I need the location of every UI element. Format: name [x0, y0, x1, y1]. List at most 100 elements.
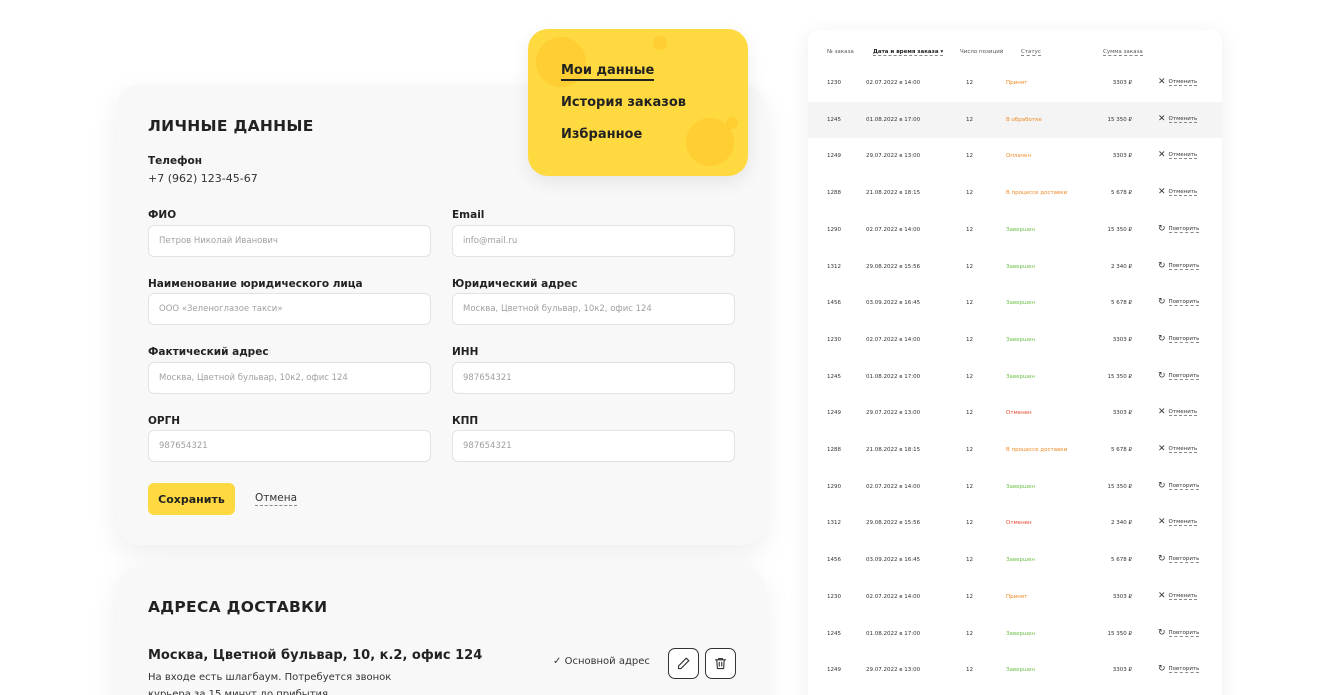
repeat-icon: ↻	[1158, 297, 1166, 308]
actual-address-input[interactable]	[148, 362, 431, 394]
order-date: 29.08.2022 в 15:56	[866, 520, 921, 527]
legal-name-label: Наименование юридического лица	[148, 278, 363, 290]
order-number: 1312	[827, 263, 841, 270]
order-sum: 5 678 ₽	[1111, 557, 1132, 564]
order-positions: 12	[966, 520, 973, 527]
order-status: Завершен	[1006, 630, 1036, 637]
phone-label: Телефон	[148, 155, 202, 167]
order-status: Завершен	[1006, 483, 1036, 490]
order-status: Оплачен	[1006, 153, 1032, 160]
order-sum: 3303 ₽	[1112, 593, 1132, 600]
order-number: 1249	[827, 410, 841, 417]
main-address-label: Основной адрес	[564, 656, 650, 667]
order-sum: 5 678 ₽	[1111, 447, 1132, 453]
repeat-icon: ↻	[1158, 554, 1166, 565]
ogrn-label: ОРГН	[148, 415, 181, 427]
cancel-order-button[interactable]: ✕ Отменить	[1158, 188, 1198, 197]
order-sum: 15 350 ₽	[1107, 116, 1133, 123]
cancel-order-button[interactable]: ✕ Отменить	[1158, 445, 1198, 454]
delivery-addresses-card: АДРЕСА ДОСТАВКИ Москва, Цветной бульвар,…	[117, 567, 765, 695]
order-status: Завершен	[1006, 667, 1036, 674]
order-number: 1249	[827, 667, 841, 674]
email-input[interactable]	[452, 225, 735, 257]
order-number: 1288	[827, 447, 841, 453]
order-date: 03.09.2022 в 16:45	[866, 300, 921, 307]
order-number: 1245	[827, 373, 841, 380]
cancel-order-button[interactable]: ✕ Отменить	[1158, 77, 1198, 87]
table-row: 1290 02.07.2022 в 14:00 12 Завершен 15 350 ₽…	[808, 469, 1222, 506]
order-positions: 12	[966, 116, 973, 123]
close-icon: ✕	[1158, 77, 1166, 87]
table-row: 1230 02.07.2022 в 14:00 12 Завершен 3303 ₽ ↻ П…	[808, 322, 1222, 359]
header-order-number: № заказа	[827, 49, 854, 55]
order-date: 02.07.2022 в 14:00	[866, 336, 921, 343]
order-number: 1230	[827, 80, 841, 86]
order-positions: 12	[966, 630, 973, 637]
kpp-input[interactable]	[452, 430, 735, 462]
order-positions: 12	[966, 336, 973, 343]
repeat-order-button[interactable]: ↻ Повторить	[1158, 224, 1200, 234]
address-note: На входе есть шлагбаум. Потребуется звон…	[148, 672, 392, 695]
fio-input[interactable]	[148, 225, 431, 257]
repeat-icon: ↻	[1158, 480, 1166, 491]
order-sum: 3303 ₽	[1112, 667, 1132, 674]
order-sum: 5 678 ₽	[1111, 300, 1132, 307]
header-status[interactable]: Статус	[1021, 49, 1041, 56]
legal-address-input[interactable]	[452, 293, 735, 325]
order-sum: 2 340 ₽	[1111, 263, 1132, 270]
order-positions: 12	[966, 410, 973, 417]
decor-bubble	[653, 36, 667, 50]
check-icon: ✓	[553, 656, 562, 667]
delete-address-button[interactable]	[705, 648, 736, 679]
header-order-date[interactable]: Дата и время заказа ▾	[873, 49, 944, 56]
cancel-order-button[interactable]: ✕ Отменить	[1158, 518, 1198, 527]
repeat-order-button[interactable]: ↻ Повторить	[1158, 628, 1200, 638]
repeat-order-button[interactable]: ↻ Повторить	[1158, 554, 1200, 565]
repeat-order-button[interactable]: ↻ Повторить	[1158, 261, 1200, 271]
cancel-order-button[interactable]: ✕ Отменить	[1158, 408, 1198, 417]
pencil-icon	[677, 657, 690, 670]
legal-name-input[interactable]	[148, 293, 431, 325]
action-label: Отменить	[1168, 592, 1198, 600]
menu-item-favorites[interactable]: Избранное	[561, 127, 642, 142]
inn-input[interactable]	[452, 362, 735, 394]
repeat-order-button[interactable]: ↻ Повторить	[1158, 480, 1200, 491]
order-number: 1456	[827, 557, 841, 564]
order-sum: 2 340 ₽	[1111, 520, 1132, 527]
main-address-toggle[interactable]: ✓ Основной адрес	[553, 656, 650, 667]
order-status: Завершен	[1006, 226, 1036, 233]
repeat-order-button[interactable]: ↻ Повторить	[1158, 371, 1200, 381]
repeat-order-button[interactable]: ↻ Повторить	[1158, 664, 1200, 675]
repeat-order-button[interactable]: ↻ Повторить	[1158, 297, 1200, 308]
order-positions: 12	[966, 226, 973, 233]
action-label: Повторить	[1168, 299, 1200, 307]
menu-item-order-history[interactable]: История заказов	[561, 95, 686, 110]
table-row: 1249 29.07.2022 в 13:00 12 Оплачен 3303 ₽ ✕ От…	[808, 138, 1222, 175]
cancel-order-button[interactable]: ✕ Отменить	[1158, 591, 1198, 601]
order-positions: 12	[966, 483, 973, 490]
order-number: 1230	[827, 336, 841, 343]
cancel-link[interactable]: Отмена	[255, 491, 298, 506]
delivery-addresses-title: АДРЕСА ДОСТАВКИ	[148, 598, 328, 616]
save-button[interactable]: Сохранить	[148, 483, 235, 515]
cancel-order-button[interactable]: ✕ Отменить	[1158, 151, 1198, 160]
order-date: 02.07.2022 в 14:00	[866, 226, 921, 233]
repeat-icon: ↻	[1158, 664, 1166, 675]
action-label: Отменить	[1168, 519, 1198, 527]
cancel-order-button[interactable]: ✕ Отменить	[1158, 114, 1198, 124]
header-sum[interactable]: Сумма заказа	[1103, 49, 1143, 56]
order-status: В процессе доставки	[1006, 190, 1068, 197]
edit-address-button[interactable]	[668, 648, 699, 679]
action-label: Отменить	[1168, 115, 1198, 123]
order-sum: 15 350 ₽	[1107, 630, 1133, 637]
order-sum: 15 350 ₽	[1107, 226, 1133, 233]
ogrn-input[interactable]	[148, 430, 431, 462]
order-number: 1290	[827, 483, 841, 490]
order-number: 1245	[827, 630, 841, 637]
repeat-order-button[interactable]: ↻ Повторить	[1158, 334, 1200, 344]
action-label: Повторить	[1168, 262, 1200, 270]
order-status: В процессе доставки	[1006, 447, 1068, 453]
menu-item-my-data[interactable]: Мои данные	[561, 63, 655, 81]
order-date: 21.08.2022 в 18:15	[866, 447, 921, 453]
order-status: Завершен	[1006, 336, 1036, 343]
